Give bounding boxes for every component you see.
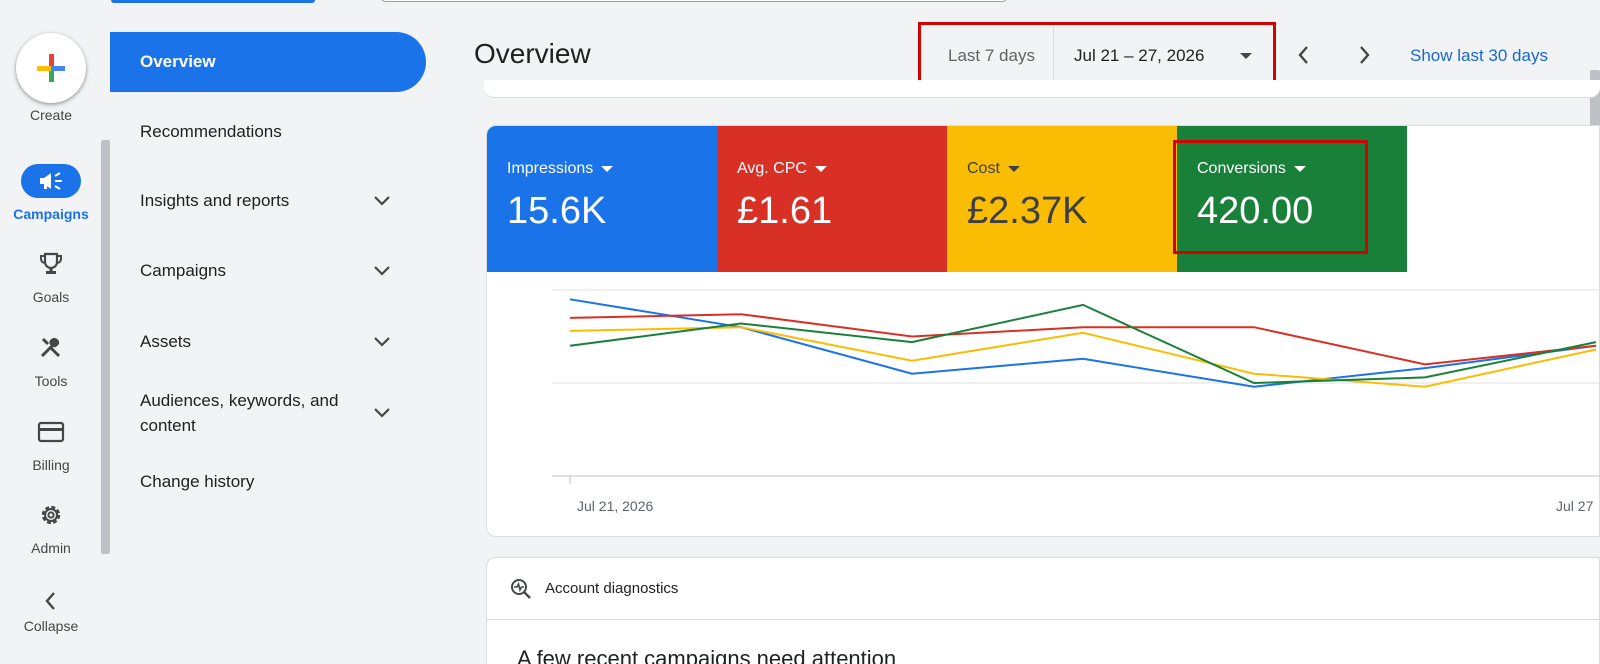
previous-period-button[interactable] bbox=[1289, 40, 1319, 70]
side-nav: Overview Recommendations Insights and re… bbox=[110, 0, 430, 664]
metric-cost[interactable]: Cost £2.37K bbox=[947, 126, 1177, 272]
chevron-right-icon bbox=[1360, 46, 1370, 64]
rail-item-campaigns[interactable]: Campaigns bbox=[0, 164, 102, 236]
show-last-30-days-link[interactable]: Show last 30 days bbox=[1410, 46, 1548, 66]
metric-name: Cost bbox=[967, 160, 1000, 177]
nav-item-label: Audiences, keywords, and content bbox=[140, 390, 339, 436]
nav-item-label: Campaigns bbox=[140, 261, 226, 281]
nav-item-recommendations[interactable]: Recommendations bbox=[110, 112, 426, 152]
x-tick-label: Jul 27 bbox=[1556, 498, 1594, 514]
diagnostics-header[interactable]: Account diagnostics bbox=[487, 558, 1599, 620]
rail-item-billing[interactable]: Billing bbox=[0, 415, 102, 487]
series-line-1 bbox=[569, 313, 1597, 366]
metric-impressions[interactable]: Impressions 15.6K bbox=[487, 126, 717, 272]
rail-item-collapse[interactable]: Collapse bbox=[0, 588, 102, 660]
search-bar-edge[interactable] bbox=[380, 0, 1008, 2]
rail-item-goals[interactable]: Goals bbox=[0, 247, 102, 319]
nav-item-audiences-keywords-content[interactable]: Audiences, keywords, and content bbox=[110, 385, 426, 441]
rail-item-label: Collapse bbox=[23, 618, 79, 634]
nav-item-label: Assets bbox=[140, 332, 192, 352]
diagnostics-title: Account diagnostics bbox=[545, 580, 679, 597]
nav-item-campaigns[interactable]: Campaigns bbox=[110, 251, 426, 291]
chevron-down-icon[interactable] bbox=[372, 191, 392, 211]
create-button[interactable] bbox=[16, 33, 86, 103]
diagnostics-message: A few recent campaigns need attention bbox=[517, 646, 897, 664]
metric-avg-cpc[interactable]: Avg. CPC £1.61 bbox=[717, 126, 947, 272]
plus-icon bbox=[37, 54, 65, 82]
nav-item-assets[interactable]: Assets bbox=[110, 322, 426, 362]
dropdown-arrow-icon bbox=[1007, 165, 1020, 172]
nav-item-label: Change history bbox=[140, 472, 255, 492]
nav-item-label: Insights and reports bbox=[140, 191, 290, 211]
chevron-left-icon bbox=[1298, 46, 1308, 64]
series-line-2 bbox=[569, 326, 1597, 388]
date-highlight-box bbox=[918, 22, 1276, 88]
metric-value: £2.37K bbox=[967, 190, 1088, 232]
rail-item-admin[interactable]: Admin bbox=[0, 498, 102, 570]
dropdown-arrow-icon bbox=[601, 165, 614, 172]
series-line-3 bbox=[569, 303, 1597, 385]
left-rail: Create Campaigns Goals Tools Billing Adm… bbox=[0, 0, 102, 664]
chevron-left-icon bbox=[21, 588, 81, 614]
nav-item-insights-and-reports[interactable]: Insights and reports bbox=[110, 181, 426, 221]
page-title: Overview bbox=[474, 38, 591, 69]
create-label: Create bbox=[29, 107, 73, 123]
metric-name: Avg. CPC bbox=[737, 160, 807, 177]
diagnostics-search-icon bbox=[511, 578, 531, 599]
trophy-icon bbox=[21, 247, 81, 281]
google-ads-app: Create Campaigns Goals Tools Billing Adm… bbox=[0, 0, 1600, 664]
previous-card-edge bbox=[484, 80, 1600, 98]
x-tick-label: Jul 21, 2026 bbox=[577, 498, 654, 514]
metric-value: £1.61 bbox=[737, 190, 833, 232]
nav-item-label: Recommendations bbox=[140, 122, 282, 142]
rail-item-label: Goals bbox=[32, 289, 70, 305]
performance-line-chart bbox=[552, 289, 1600, 484]
credit-card-icon bbox=[21, 415, 81, 449]
megaphone-icon bbox=[21, 164, 81, 198]
conversions-highlight-box bbox=[1173, 140, 1368, 254]
rail-item-tools[interactable]: Tools bbox=[0, 331, 102, 403]
rail-scrollbar[interactable] bbox=[101, 140, 110, 554]
metric-value: 15.6K bbox=[507, 190, 607, 232]
rail-item-label: Billing bbox=[32, 457, 70, 473]
chevron-down-icon[interactable] bbox=[372, 261, 392, 281]
nav-item-overview[interactable]: Overview bbox=[110, 32, 426, 92]
dropdown-arrow-icon bbox=[814, 165, 827, 172]
tools-icon bbox=[21, 331, 81, 365]
rail-item-label: Admin bbox=[31, 540, 71, 556]
rail-item-label: Campaigns bbox=[13, 206, 89, 222]
rail-item-label: Tools bbox=[34, 373, 68, 389]
chevron-down-icon[interactable] bbox=[372, 332, 392, 352]
nav-item-change-history[interactable]: Change history bbox=[110, 462, 426, 502]
gear-icon bbox=[21, 498, 81, 532]
next-period-button[interactable] bbox=[1349, 40, 1379, 70]
nav-item-label: Overview bbox=[140, 52, 216, 72]
metric-name: Impressions bbox=[507, 160, 594, 177]
account-diagnostics-card: Account diagnostics A few recent campaig… bbox=[486, 557, 1600, 664]
chevron-down-icon[interactable] bbox=[372, 403, 392, 423]
